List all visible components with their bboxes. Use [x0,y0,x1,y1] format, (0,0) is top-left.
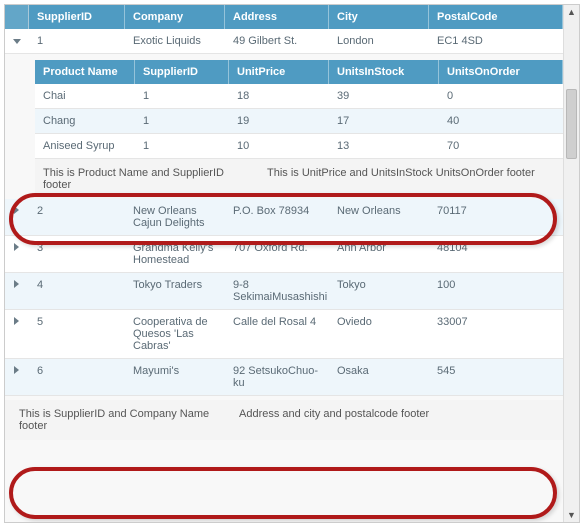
detail-header-onorder[interactable]: UnitsOnOrder [439,60,563,84]
cell-postal: 48104 [429,236,563,272]
detail-row[interactable]: Chang 1 19 17 40 [35,109,563,134]
cell-postal: 100 [429,273,563,309]
expand-toggle[interactable] [5,310,29,358]
table-row[interactable]: 6 Mayumi's 92 SetsukoChuo-ku Osaka 545 [5,359,563,396]
expand-toggle[interactable] [5,236,29,272]
cell-address: Calle del Rosal 4 [225,310,329,358]
cell-company: New Orleans Cajun Delights [125,199,225,235]
detail-cell-stock: 39 [329,84,439,108]
cell-company: Mayumi's [125,359,225,395]
detail-grid: Product Name SupplierID UnitPrice UnitsI… [5,54,563,199]
cell-company: Tokyo Traders [125,273,225,309]
detail-footer-right: This is UnitPrice and UnitsInStock Units… [259,159,563,199]
cell-address: 49 Gilbert St. [225,29,329,53]
cell-city: Osaka [329,359,429,395]
detail-header-product[interactable]: Product Name [35,60,135,84]
expand-toggle[interactable] [5,29,29,53]
cell-city: Tokyo [329,273,429,309]
header-postalcode[interactable]: PostalCode [429,5,563,29]
scroll-down-icon[interactable]: ▼ [564,508,579,522]
table-row[interactable]: 1 Exotic Liquids 49 Gilbert St. London E… [5,29,563,54]
detail-cell-price: 18 [229,84,329,108]
cell-postal: 545 [429,359,563,395]
cell-company: Grandma Kelly's Homestead [125,236,225,272]
detail-cell-order: 70 [439,134,563,158]
chevron-down-icon [13,39,21,44]
detail-footer-left: This is Product Name and SupplierID foot… [35,159,259,199]
master-footer-right: Address and city and postalcode footer [231,400,563,440]
table-row[interactable]: 2 New Orleans Cajun Delights P.O. Box 78… [5,199,563,236]
detail-cell-sid: 1 [135,84,229,108]
cell-company: Exotic Liquids [125,29,225,53]
chevron-right-icon [14,366,19,374]
cell-address: P.O. Box 78934 [225,199,329,235]
cell-city: London [329,29,429,53]
detail-row[interactable]: Chai 1 18 39 0 [35,84,563,109]
chevron-right-icon [14,206,19,214]
cell-postal: 70117 [429,199,563,235]
expand-header-cell [5,5,29,29]
cell-address: 92 SetsukoChuo-ku [225,359,329,395]
detail-cell-order: 0 [439,84,563,108]
chevron-right-icon [14,243,19,251]
chevron-right-icon [14,280,19,288]
hierarchical-grid: SupplierID Company Address City PostalCo… [4,4,580,523]
detail-cell-stock: 17 [329,109,439,133]
expand-toggle[interactable] [5,359,29,395]
cell-city: Ann Arbor [329,236,429,272]
cell-city: New Orleans [329,199,429,235]
cell-supplierid: 1 [29,29,125,53]
detail-header-supplierid[interactable]: SupplierID [135,60,229,84]
detail-cell-product: Chang [35,109,135,133]
cell-address: 707 Oxford Rd. [225,236,329,272]
detail-cell-sid: 1 [135,109,229,133]
vertical-scrollbar[interactable]: ▲ ▼ [563,5,579,522]
header-city[interactable]: City [329,5,429,29]
master-footer: This is SupplierID and Company Name foot… [5,400,563,440]
detail-cell-sid: 1 [135,134,229,158]
expand-toggle[interactable] [5,199,29,235]
cell-postal: 33007 [429,310,563,358]
detail-cell-product: Chai [35,84,135,108]
table-row[interactable]: 3 Grandma Kelly's Homestead 707 Oxford R… [5,236,563,273]
header-company[interactable]: Company [125,5,225,29]
scroll-up-icon[interactable]: ▲ [564,5,579,19]
chevron-right-icon [14,317,19,325]
detail-cell-stock: 13 [329,134,439,158]
master-header-row: SupplierID Company Address City PostalCo… [5,5,563,29]
detail-footer: This is Product Name and SupplierID foot… [35,159,563,199]
detail-cell-price: 10 [229,134,329,158]
detail-header-instock[interactable]: UnitsInStock [329,60,439,84]
detail-row[interactable]: Aniseed Syrup 1 10 13 70 [35,134,563,159]
cell-postal: EC1 4SD [429,29,563,53]
cell-supplierid: 2 [29,199,125,235]
header-address[interactable]: Address [225,5,329,29]
detail-cell-order: 40 [439,109,563,133]
cell-supplierid: 5 [29,310,125,358]
cell-address: 9-8 SekimaiMusashishi [225,273,329,309]
cell-company: Cooperativa de Quesos 'Las Cabras' [125,310,225,358]
header-supplierid[interactable]: SupplierID [29,5,125,29]
expand-toggle[interactable] [5,273,29,309]
table-row[interactable]: 5 Cooperativa de Quesos 'Las Cabras' Cal… [5,310,563,359]
master-footer-left: This is SupplierID and Company Name foot… [5,400,231,440]
cell-supplierid: 3 [29,236,125,272]
cell-supplierid: 6 [29,359,125,395]
table-row[interactable]: 4 Tokyo Traders 9-8 SekimaiMusashishi To… [5,273,563,310]
detail-cell-product: Aniseed Syrup [35,134,135,158]
detail-cell-price: 19 [229,109,329,133]
scroll-thumb[interactable] [566,89,577,159]
cell-supplierid: 4 [29,273,125,309]
detail-header-row: Product Name SupplierID UnitPrice UnitsI… [35,60,563,84]
cell-city: Oviedo [329,310,429,358]
detail-header-unitprice[interactable]: UnitPrice [229,60,329,84]
